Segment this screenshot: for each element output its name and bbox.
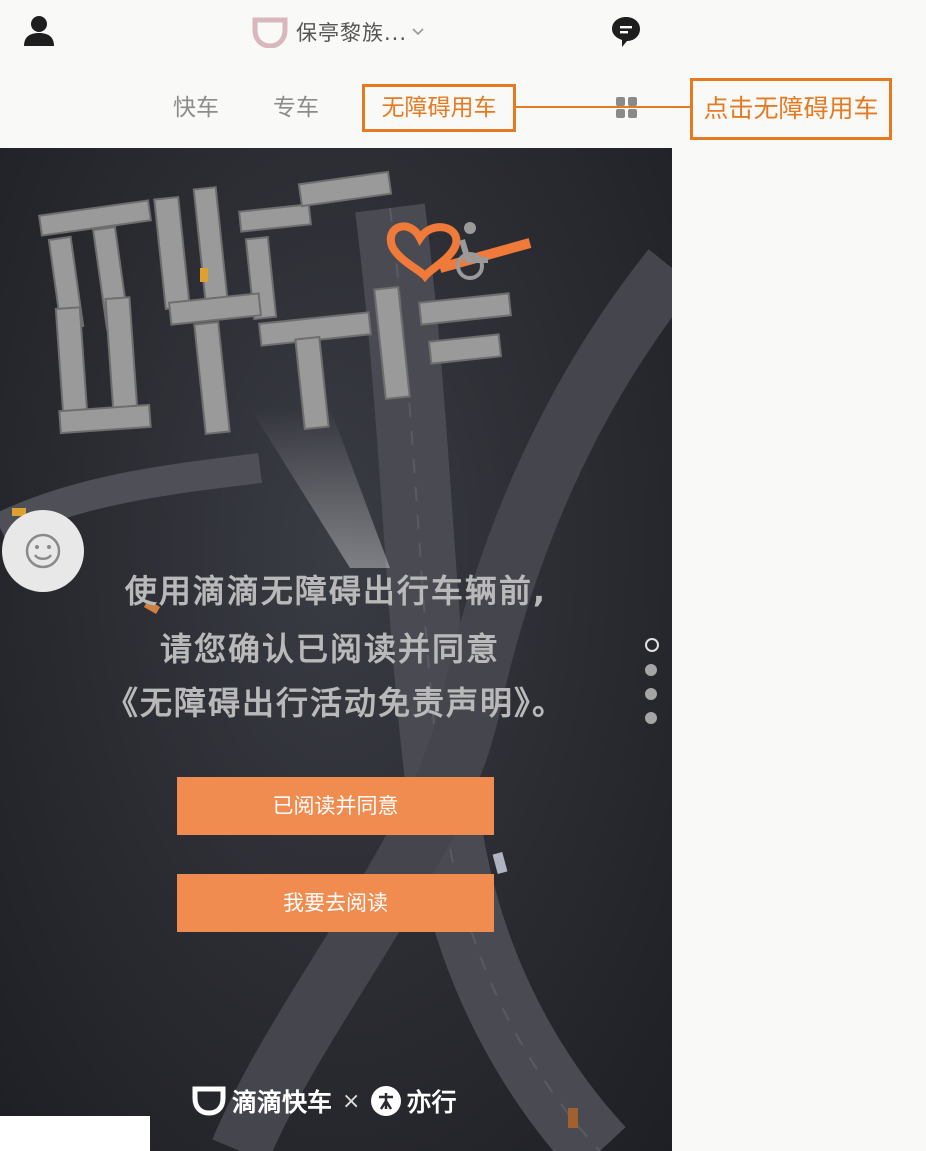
chevron-down-icon <box>412 28 424 36</box>
pager-dot[interactable] <box>645 712 657 724</box>
pager-dot[interactable] <box>645 688 657 700</box>
accessibility-banner: 使用滴滴无障碍出行车辆前, 请您确认已阅读并同意 《无障碍出行活动免责声明》。 … <box>0 148 672 1151</box>
didi-logo-icon <box>252 17 288 48</box>
bottom-left-blank <box>0 1116 150 1151</box>
read-disclaimer-button[interactable]: 我要去阅读 <box>177 874 494 932</box>
pager-dot[interactable] <box>645 664 657 676</box>
callout-connector-line <box>514 106 694 108</box>
smile-float-button[interactable] <box>2 510 84 592</box>
location-text: 保亭黎族... <box>296 21 408 45</box>
tab-kuaiche[interactable]: 快车 <box>173 88 219 128</box>
banner-footer: 滴滴快车 × 亦行 <box>192 1083 456 1119</box>
grid-menu-icon[interactable] <box>615 96 639 120</box>
footer-brand-didi: 滴滴快车 <box>232 1088 333 1117</box>
location-selector[interactable]: 保亭黎族... <box>252 16 425 48</box>
pager-dot-active[interactable] <box>645 638 659 652</box>
notice-line-3: 《无障碍出行活动免责声明》。 <box>105 684 566 722</box>
agree-button[interactable]: 已阅读并同意 <box>177 777 494 835</box>
footer-times: × <box>342 1088 361 1114</box>
smile-icon <box>25 533 61 569</box>
footer-brand-yixing: 亦行 <box>406 1088 457 1117</box>
notice-line-2: 请您确认已阅读并同意 <box>159 630 500 668</box>
tab-accessible-ride[interactable]: 无障碍用车 <box>362 84 516 132</box>
notice-line-1: 使用滴滴无障碍出行车辆前, <box>124 572 548 610</box>
tab-zhuanche[interactable]: 专车 <box>273 88 319 128</box>
message-icon[interactable] <box>610 15 642 49</box>
service-tabs: 快车 专车 无障碍用车 <box>0 84 672 132</box>
callout-label: 点击无障碍用车 <box>690 78 892 140</box>
user-icon[interactable] <box>22 14 56 48</box>
carousel-pager <box>645 638 661 736</box>
top-bar: 保亭黎族... 快车 专车 无障碍用车 <box>0 0 672 148</box>
yixing-logo-icon <box>371 1086 402 1116</box>
didi-logo-icon <box>192 1086 226 1116</box>
